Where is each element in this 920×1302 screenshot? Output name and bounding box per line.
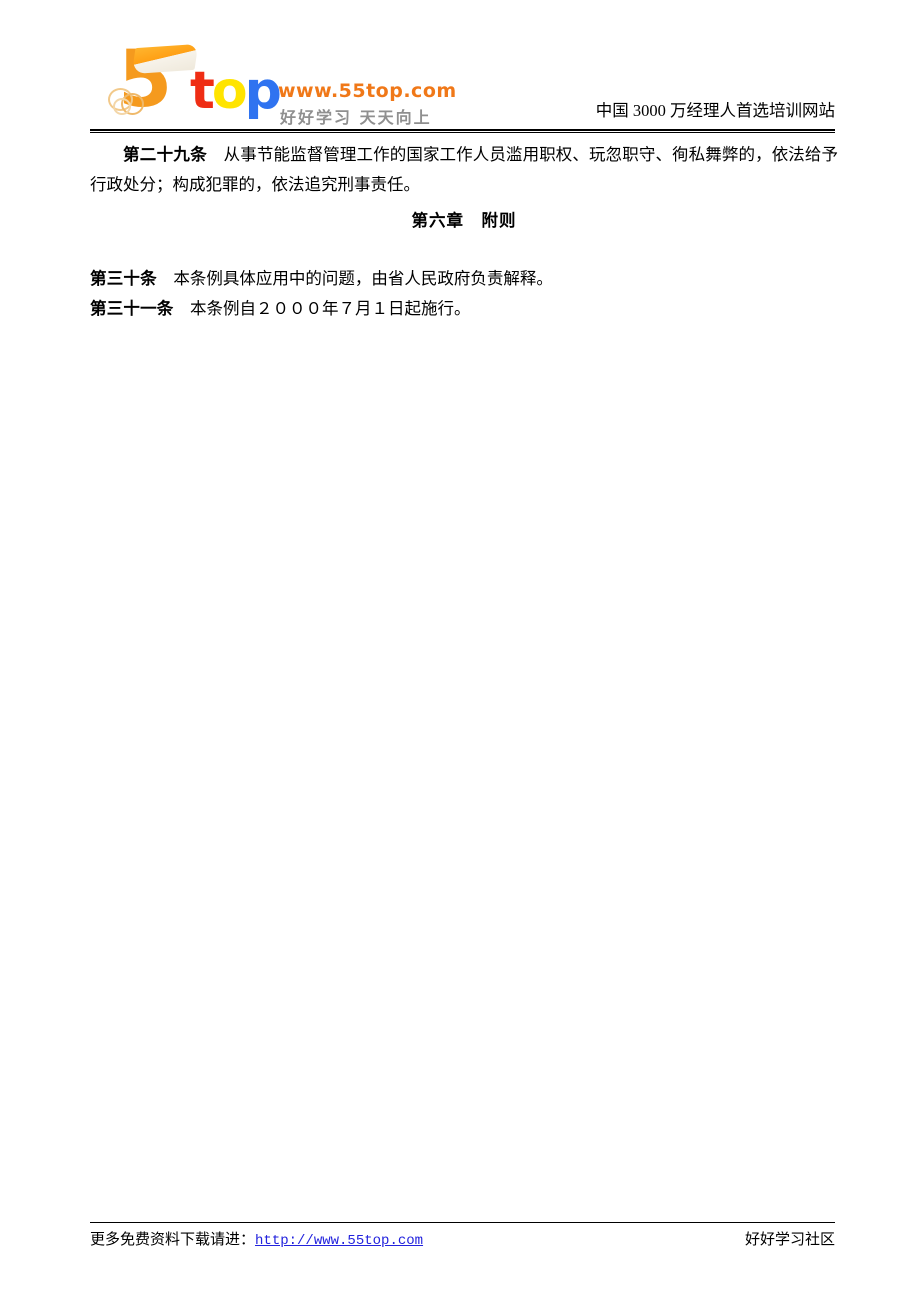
logo-ring-3 [113,98,131,115]
footer-prefix-text: 更多免费资料下载请进： [90,1232,256,1248]
article-31-label: 第三十一条 [90,299,174,318]
page-header: 5 top www.55top.com 好好学习 天天向上 中国 3000 万经… [90,28,835,132]
article-29-paragraph: 第二十九条 从事节能监督管理工作的国家工作人员滥用职权、玩忽职守、徇私舞弊的，依… [90,140,838,200]
logo-url-text: www.55top.com [278,80,457,102]
article-30-label: 第三十条 [90,269,157,288]
page-footer: 更多免费资料下载请进：http://www.55top.com 好好学习社区 [90,1228,835,1254]
logo-wordmark: top [190,61,282,121]
article-30-text: 本条例具体应用中的问题，由省人民政府负责解释。 [156,269,553,288]
header-tagline: 中国 3000 万经理人首选培训网站 [595,101,835,120]
logo-letter-o: o [211,61,248,121]
article-29-label: 第二十九条 [123,145,208,164]
article-31-text: 本条例自２０００年７月１日起施行。 [173,299,471,318]
footer-community-text: 好好学习社区 [744,1232,835,1248]
chapter-heading: 第六章 附则 [411,211,517,230]
article-30-paragraph: 第三十条 本条例具体应用中的问题，由省人民政府负责解释。 [90,264,838,294]
site-logo[interactable]: 5 top www.55top.com 好好学习 天天向上 [108,36,458,127]
logo-letter-p: p [244,61,282,121]
footer-divider [90,1222,835,1223]
logo-rings-icon [108,86,148,116]
logo-banner-shape [131,43,199,75]
footer-site-link[interactable]: http://www.55top.com [255,1233,423,1249]
header-divider [90,129,835,133]
document-content: 第二十九条 从事节能监督管理工作的国家工作人员滥用职权、玩忽职守、徇私舞弊的，依… [90,140,838,324]
logo-slogan-text: 好好学习 天天向上 [280,108,432,127]
footer-left-group: 更多免费资料下载请进：http://www.55top.com [90,1228,423,1253]
heading-spacer [90,236,838,264]
document-page: 5 top www.55top.com 好好学习 天天向上 中国 3000 万经… [0,0,920,1302]
logo-letter-t: t [190,61,215,121]
header-divider-thin [90,132,835,133]
header-divider-thick [90,129,835,131]
article-31-paragraph: 第三十一条 本条例自２０００年７月１日起施行。 [90,294,838,324]
